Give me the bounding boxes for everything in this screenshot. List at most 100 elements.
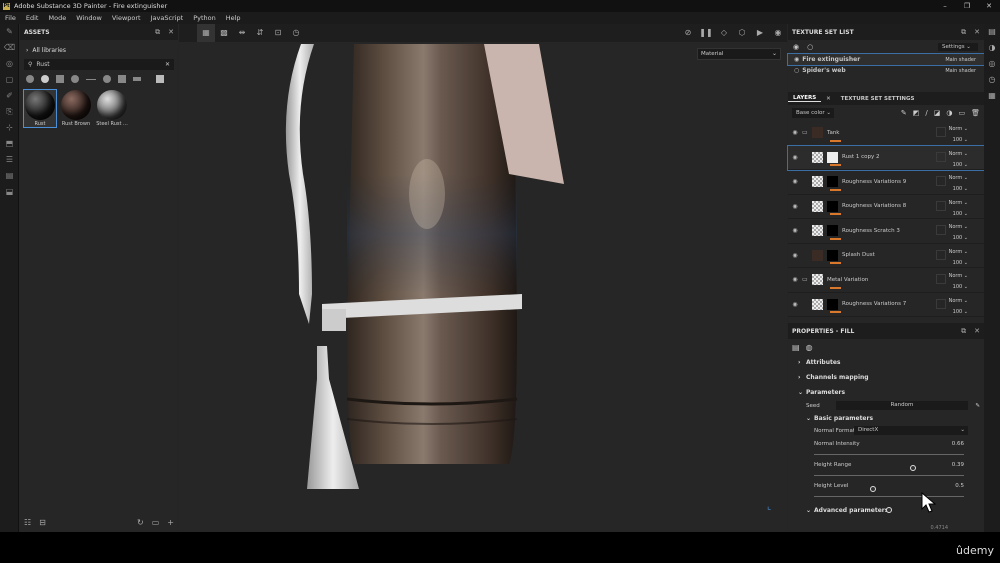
picker-icon[interactable]: ⊹	[0, 120, 19, 136]
mask-thumbnail[interactable]	[827, 225, 838, 237]
mask-thumbnail[interactable]	[827, 176, 838, 188]
eye-icon[interactable]: ◉	[793, 43, 799, 51]
layer-row[interactable]: ◉ ▭ Metal Variation Norm ⌄ 100 ⌄	[788, 268, 984, 293]
channel-select[interactable]: Base color ⌄	[792, 108, 834, 118]
eraser-icon[interactable]: ⌫	[0, 40, 19, 56]
properties-panel-icon[interactable]: ▤	[0, 168, 19, 184]
paint-layer-icon[interactable]: /	[925, 109, 927, 117]
menu-window[interactable]: Window	[71, 14, 107, 22]
layer-row[interactable]: ◉ ▭ Tank Norm ⌄ 100 ⌄	[788, 121, 984, 146]
symmetry-icon[interactable]: ⇹	[233, 24, 251, 42]
mask-icon[interactable]: ◩	[913, 109, 920, 117]
asset-item-rust[interactable]: Rust	[23, 89, 57, 128]
menu-javascript[interactable]: JavaScript	[146, 14, 189, 22]
eye-icon[interactable]: ◉	[788, 178, 802, 185]
clear-search-icon[interactable]: ✕	[165, 61, 170, 68]
edit-icon[interactable]: ✎	[975, 403, 980, 409]
layer-options-box[interactable]	[936, 127, 946, 137]
slider-value[interactable]: 0.5	[955, 483, 964, 489]
mask-thumbnail[interactable]	[827, 249, 838, 261]
layer-thumbnail[interactable]	[812, 274, 823, 286]
grid-view-icon[interactable]	[156, 75, 164, 83]
close-icon[interactable]: ✕	[974, 24, 980, 40]
assets-panel-icon[interactable]: ⬒	[0, 136, 19, 152]
minimize-button[interactable]: –	[934, 0, 956, 12]
menu-python[interactable]: Python	[188, 14, 221, 22]
section-basic-parameters[interactable]: ⌄ Basic parameters	[788, 411, 984, 425]
smudge-icon[interactable]: ✐	[0, 88, 19, 104]
layer-row[interactable]: ◉ Splash Dust Norm ⌄ 100 ⌄	[788, 244, 984, 268]
param-slider[interactable]: Height Level 0.5	[788, 482, 984, 513]
camera-mode-icon[interactable]: ◇	[715, 24, 733, 42]
mask-thumbnail[interactable]	[827, 151, 838, 163]
layer-thumbnail[interactable]	[812, 176, 823, 188]
param-slider[interactable]: Height Range 0.39	[788, 461, 984, 492]
eye-icon[interactable]: ◉	[788, 301, 802, 308]
blend-mode[interactable]: Norm ⌄ 100 ⌄	[949, 271, 968, 293]
eye-outline-icon[interactable]: ○	[794, 67, 799, 74]
layer-thumbnail[interactable]	[812, 127, 823, 139]
blend-mode[interactable]: Norm ⌄ 100 ⌄	[949, 173, 968, 195]
menu-mode[interactable]: Mode	[43, 14, 71, 22]
slider-track[interactable]	[814, 454, 964, 471]
filter-brushes-icon[interactable]	[86, 78, 96, 80]
filter-textures-icon[interactable]	[56, 75, 64, 83]
texture-set-fire-extinguisher[interactable]: ◉ Fire extinguisher Main shader	[787, 53, 985, 66]
grid-view-icon[interactable]: ▦	[197, 24, 215, 42]
slider-value[interactable]: 0.39	[952, 462, 964, 468]
layer-row[interactable]: ◉ Roughness Variations 8 Norm ⌄ 100 ⌄	[788, 195, 984, 220]
fill-layer-icon[interactable]: ◪	[934, 109, 941, 117]
paint-brush-icon[interactable]: ✎	[0, 24, 19, 40]
filter-smart-materials-icon[interactable]	[41, 75, 49, 83]
layer-row[interactable]: ◉ Roughness Scratch 3 Norm ⌄ 100 ⌄	[788, 219, 984, 244]
layer-row[interactable]: ◉ Rust 1 copy 2 Norm ⌄ 100 ⌄	[787, 144, 985, 171]
hide-icon[interactable]: ⊘	[679, 24, 697, 42]
save-preset-icon[interactable]: ⊟	[39, 518, 46, 527]
slider-knob[interactable]	[886, 507, 892, 513]
geometry-mask-icon[interactable]: ▢	[0, 72, 19, 88]
library-icon[interactable]: ⬓	[0, 184, 19, 200]
blend-mode[interactable]: Norm ⌄ 100 ⌄	[949, 296, 968, 318]
log-icon[interactable]: ▦	[984, 88, 1000, 104]
mask-thumbnail[interactable]	[827, 298, 838, 310]
texture-set-spiders-web[interactable]: ○ Spider's web Main shader	[788, 65, 984, 76]
normal-format-select[interactable]: DirectX ⌄	[854, 426, 968, 435]
tab-layers[interactable]: LAYERS	[788, 95, 822, 102]
align-icon[interactable]: ⇵	[251, 24, 269, 42]
eye-icon[interactable]: ◉	[788, 252, 802, 259]
frame-icon[interactable]: ⊡	[269, 24, 287, 42]
settings-dropdown[interactable]: Settings ⌄	[938, 43, 978, 51]
eye-icon[interactable]: ◉	[794, 56, 799, 63]
float-icon[interactable]: ⧉	[961, 24, 966, 40]
display-settings-icon[interactable]: ◑	[984, 40, 1000, 56]
delete-icon[interactable]: 🗑	[971, 109, 980, 117]
slider-track[interactable]	[814, 475, 964, 492]
layer-options-box[interactable]	[936, 274, 946, 284]
projection-icon[interactable]: ◎	[0, 56, 19, 72]
close-button[interactable]: ✕	[978, 0, 1000, 12]
menu-viewport[interactable]: Viewport	[107, 14, 146, 22]
search-input[interactable]: ⚲ Rust ✕	[24, 59, 174, 70]
filter-environment-icon[interactable]	[133, 77, 141, 81]
blend-mode[interactable]: Norm ⌄ 100 ⌄	[949, 198, 968, 220]
menu-help[interactable]: Help	[221, 14, 246, 22]
seed-random-button[interactable]: Random	[836, 401, 968, 410]
filter-tools-icon[interactable]	[118, 75, 126, 83]
tab-texture-set-settings[interactable]: TEXTURE SET SETTINGS	[836, 96, 920, 102]
layer-options-box[interactable]	[936, 298, 946, 309]
tab-material-icon[interactable]: ◍	[806, 343, 813, 352]
eye-icon[interactable]: ◉	[788, 227, 802, 234]
layer-options-box[interactable]	[936, 151, 946, 162]
material-mode-select[interactable]: Material ⌄	[697, 48, 781, 60]
add-icon[interactable]: +	[167, 518, 174, 527]
eye-outline-icon[interactable]: ○	[807, 43, 813, 51]
uv-grid-icon[interactable]: ▩	[215, 24, 233, 42]
refresh-icon[interactable]: ↻	[137, 518, 144, 527]
layer-options-box[interactable]	[936, 176, 946, 186]
layer-options-box[interactable]	[936, 200, 946, 211]
layer-row[interactable]: ◉ Roughness Variations 9 Norm ⌄ 100 ⌄	[788, 170, 984, 195]
history-icon[interactable]: ◷	[984, 72, 1000, 88]
section-attributes[interactable]: › Attributes	[788, 355, 984, 370]
layer-options-box[interactable]	[936, 249, 946, 260]
effects-icon[interactable]: ✎	[901, 109, 907, 117]
